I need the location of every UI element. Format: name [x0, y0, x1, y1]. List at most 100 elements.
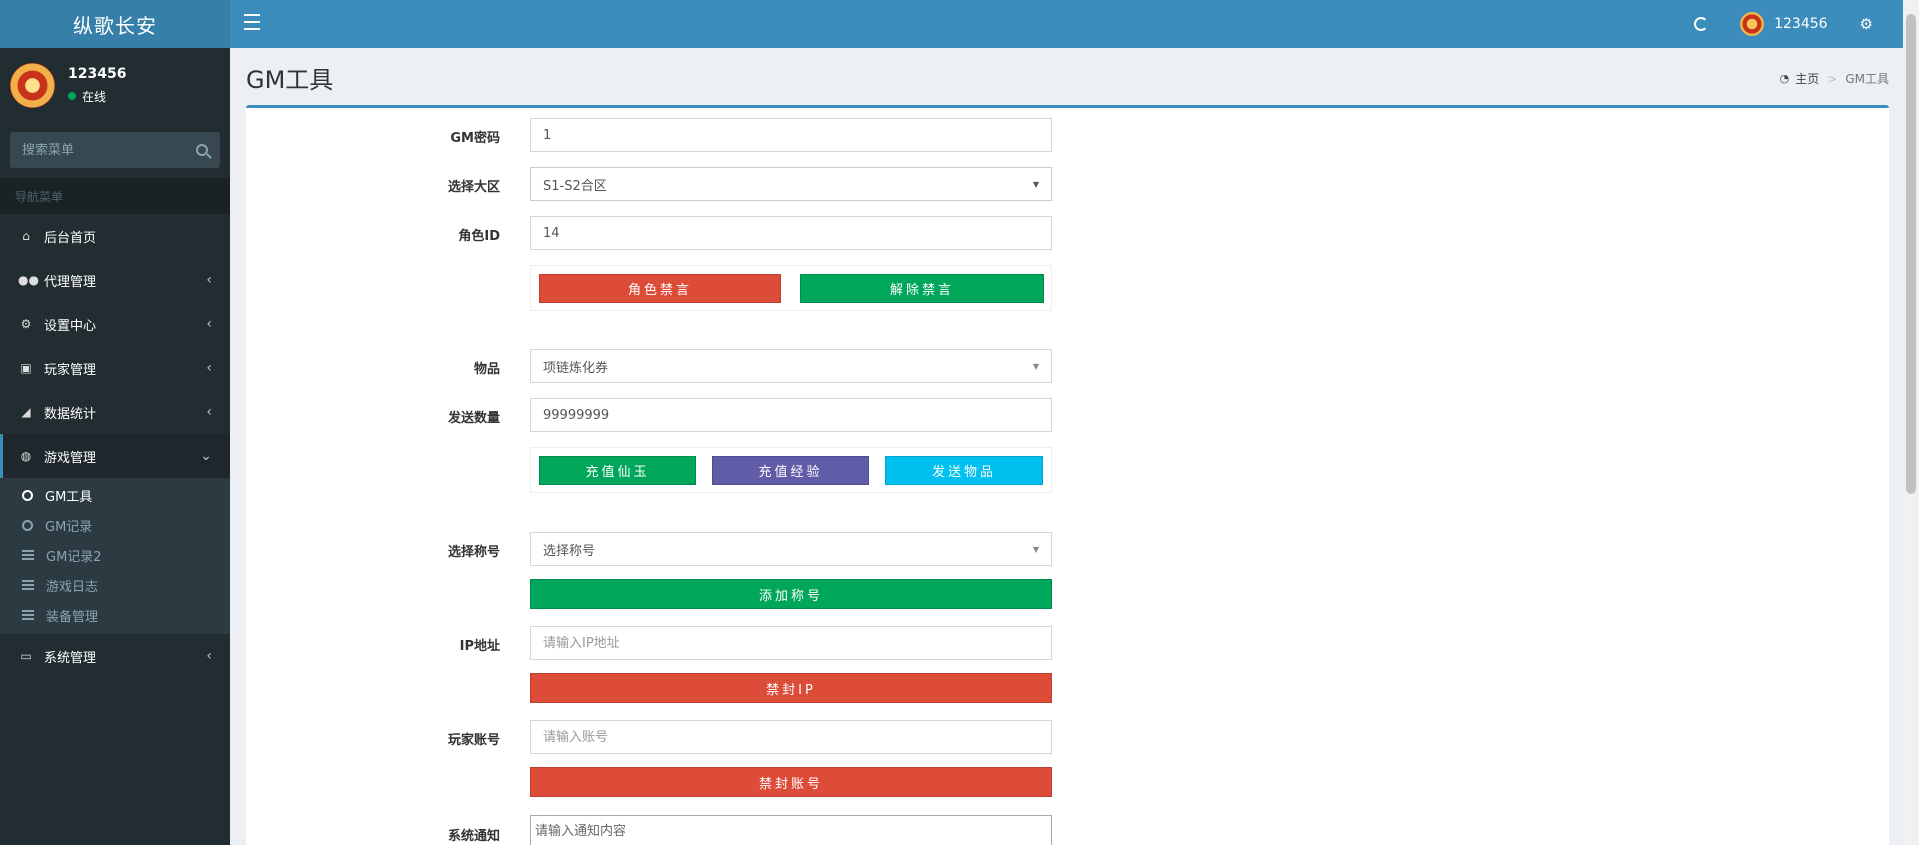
- list-icon: [22, 580, 34, 590]
- avatar: [10, 62, 55, 108]
- gears-icon: ⚙: [1859, 15, 1873, 33]
- circle-icon: [22, 489, 33, 501]
- ban-ip-button[interactable]: 禁封IP: [530, 673, 1052, 703]
- quantity-label: 发送数量: [447, 411, 500, 426]
- server-select-value: S1-S2合区: [543, 178, 607, 194]
- chevron-down-icon: ⌄: [200, 448, 212, 464]
- title-select-value: 选择称号: [543, 543, 596, 559]
- user-status-text: 在线: [82, 89, 107, 104]
- submenu-game: GM工具 GM记录 GM记录2 游戏日志 装备管理: [0, 478, 230, 634]
- breadcrumb-current: GM工具: [1845, 72, 1889, 86]
- sidebar-search: [10, 132, 220, 168]
- list-icon: [22, 610, 34, 620]
- item-select-value: 项链炼化券: [543, 360, 609, 376]
- mute-button-panel: 角色禁言 解除禁言: [530, 265, 1052, 311]
- submenu-item-label: 装备管理: [46, 609, 99, 625]
- sidebar-item-label: 数据统计: [44, 406, 97, 422]
- add-title-button[interactable]: 添加称号: [530, 579, 1052, 609]
- gm-form-box: GM密码 选择大区 S1-S2合区 ▼ 角色ID 角色禁言 解除禁言 物品 项链…: [246, 105, 1889, 845]
- circle-icon: [22, 519, 33, 531]
- sidebar-item-players[interactable]: ▣ 玩家管理 ‹: [0, 346, 230, 390]
- submenu-item-game-log[interactable]: 游戏日志: [0, 570, 230, 600]
- user-panel: 123456 在线: [0, 48, 230, 122]
- gm-password-input[interactable]: [530, 118, 1052, 152]
- gamepad-icon: ◍: [20, 449, 32, 463]
- user-status: 在线: [68, 88, 126, 105]
- dashboard-icon: ◔: [1779, 72, 1790, 85]
- settings-button[interactable]: ⚙: [1844, 0, 1889, 48]
- notice-textarea[interactable]: [530, 815, 1052, 845]
- sidebar-item-home[interactable]: ⌂ 后台首页: [0, 214, 230, 258]
- send-item-button[interactable]: 发送物品: [885, 456, 1043, 485]
- account-input[interactable]: [530, 720, 1052, 754]
- chevron-left-icon: ‹: [206, 404, 212, 420]
- account-label: 玩家账号: [447, 733, 500, 748]
- submenu-item-gm-log2[interactable]: GM记录2: [0, 540, 230, 570]
- breadcrumb-home[interactable]: 主页: [1795, 70, 1819, 87]
- sidebar-item-label: 后台首页: [44, 230, 97, 246]
- server-label: 选择大区: [447, 180, 500, 195]
- chevron-left-icon: ‹: [206, 648, 212, 664]
- ip-input[interactable]: [530, 626, 1052, 660]
- scrollbar-thumb[interactable]: [1906, 14, 1916, 494]
- desktop-icon: ▭: [20, 649, 32, 663]
- quantity-input[interactable]: [530, 398, 1052, 432]
- user-menu[interactable]: 123456: [1724, 0, 1843, 48]
- server-select[interactable]: S1-S2合区 ▼: [530, 167, 1052, 201]
- send-button-panel: 充值仙玉 充值经验 发送物品: [530, 447, 1052, 493]
- app-logo[interactable]: 纵歌长安: [0, 0, 230, 48]
- search-input[interactable]: [22, 142, 196, 158]
- gears-icon: ⚙: [20, 317, 32, 331]
- role-id-input[interactable]: [530, 216, 1052, 250]
- area-chart-icon: ◢: [21, 405, 31, 419]
- submenu-item-equipment[interactable]: 装备管理: [0, 600, 230, 630]
- sidebar-item-label: 玩家管理: [44, 362, 97, 378]
- caret-down-icon: ▼: [1032, 544, 1039, 554]
- chevron-left-icon: ‹: [206, 316, 212, 332]
- search-icon[interactable]: [196, 144, 208, 156]
- top-navbar: 123456 ⚙: [230, 0, 1919, 48]
- sidebar: 123456 在线 导航菜单 ⌂ 后台首页 ●● 代理管理 ‹ ⚙ 设置中心 ‹…: [0, 48, 230, 845]
- recharge-exp-button[interactable]: 充值经验: [712, 456, 869, 485]
- submenu-item-label: 游戏日志: [46, 579, 99, 595]
- sidebar-item-game[interactable]: ◍ 游戏管理 ⌄: [0, 434, 230, 478]
- role-id-label: 角色ID: [458, 229, 500, 244]
- item-select[interactable]: 项链炼化券 ▼: [530, 349, 1052, 383]
- title-select-label: 选择称号: [447, 545, 500, 560]
- navbar-avatar: [1740, 12, 1765, 36]
- caret-down-icon: ▼: [1032, 179, 1039, 189]
- contact-icon: ▣: [20, 361, 32, 375]
- caret-down-icon: ▼: [1032, 361, 1039, 371]
- submenu-item-label: GM记录: [45, 519, 93, 535]
- sidebar-item-settings[interactable]: ⚙ 设置中心 ‹: [0, 302, 230, 346]
- item-label: 物品: [473, 362, 500, 377]
- breadcrumb: ◔ 主页 > GM工具: [1780, 70, 1889, 87]
- page-title: GM工具: [246, 66, 334, 94]
- breadcrumb-separator: >: [1827, 71, 1838, 86]
- sidebar-item-agents[interactable]: ●● 代理管理 ‹: [0, 258, 230, 302]
- submenu-item-gm-tool[interactable]: GM工具: [0, 480, 230, 510]
- sidebar-item-label: 系统管理: [44, 650, 97, 666]
- sidebar-toggle-icon[interactable]: [244, 14, 260, 30]
- sidebar-item-label: 游戏管理: [44, 450, 97, 466]
- sidebar-item-system[interactable]: ▭ 系统管理 ‹: [0, 634, 230, 678]
- ip-label: IP地址: [459, 639, 500, 654]
- ban-account-button[interactable]: 禁封账号: [530, 767, 1052, 797]
- submenu-item-label: GM工具: [45, 489, 93, 505]
- sidebar-item-label: 设置中心: [44, 318, 97, 334]
- chevron-left-icon: ‹: [206, 272, 212, 288]
- page-scrollbar[interactable]: [1903, 0, 1919, 845]
- unmute-role-button[interactable]: 解除禁言: [800, 274, 1044, 303]
- title-select[interactable]: 选择称号 ▼: [530, 532, 1052, 566]
- mute-role-button[interactable]: 角色禁言: [539, 274, 781, 303]
- recharge-jade-button[interactable]: 充值仙玉: [539, 456, 696, 485]
- home-icon: ⌂: [22, 229, 30, 243]
- refresh-button[interactable]: [1678, 0, 1724, 48]
- submenu-item-label: GM记录2: [46, 549, 102, 565]
- sidebar-username: 123456: [68, 65, 127, 82]
- online-dot-icon: [68, 92, 76, 100]
- sidebar-item-stats[interactable]: ◢ 数据统计 ‹: [0, 390, 230, 434]
- gm-password-label: GM密码: [450, 131, 500, 146]
- refresh-icon: [1694, 17, 1709, 31]
- submenu-item-gm-log[interactable]: GM记录: [0, 510, 230, 540]
